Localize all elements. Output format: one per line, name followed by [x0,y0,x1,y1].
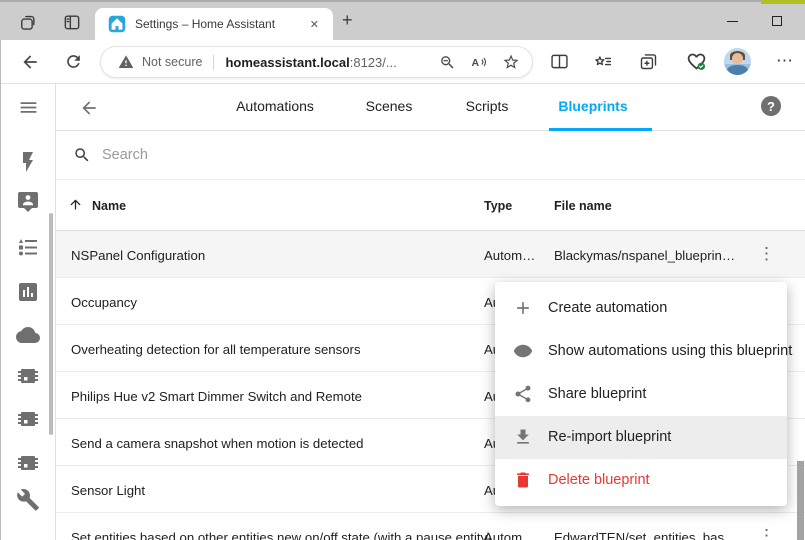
favorite-star-icon[interactable] [502,53,520,71]
window-left-edge [0,40,1,540]
home-assistant-favicon [108,15,126,33]
workspaces-icon[interactable] [18,12,38,32]
maximize-button[interactable] [764,12,790,30]
zoom-out-icon[interactable] [439,54,456,71]
column-header-file[interactable]: File name [554,199,612,213]
sidebar-chip-icon-2[interactable] [16,407,40,431]
url-text[interactable]: homeassistant.local:8123/... [225,55,396,70]
column-header-name[interactable]: Name [92,199,126,213]
menu-item-label: Show automations using this blueprint [548,343,792,359]
avatar-shirt [727,65,748,75]
refresh-icon[interactable] [64,52,83,71]
eye-icon [513,341,533,361]
minimize-button[interactable] [719,12,745,30]
menu-item-show-automations[interactable]: Show automations using this blueprint [495,329,787,372]
trash-icon [513,470,533,490]
tab-automations[interactable]: Automations [236,98,314,114]
tab-scripts[interactable]: Scripts [466,98,509,114]
browser-window: Settings – Home Assistant ✕ + Not secure… [0,0,805,540]
column-header-type[interactable]: Type [484,199,512,213]
blueprint-context-menu: Create automation Show automations using… [495,282,787,506]
split-screen-icon[interactable] [549,51,570,72]
tab-blueprints[interactable]: Blueprints [558,98,627,114]
row-name: Send a camera snapshot when motion is de… [71,436,364,451]
plus-icon [513,298,533,318]
row-name: NSPanel Configuration [71,248,205,263]
sidebar-chip-icon-3[interactable] [16,451,40,475]
ha-sidebar [0,84,56,540]
tab-close-icon[interactable]: ✕ [306,16,323,33]
search-icon [73,146,91,164]
sidebar-energy-icon[interactable] [16,150,40,174]
settings-more-icon[interactable]: ⋯ [776,51,794,71]
sidebar-scrollbar[interactable] [49,213,53,435]
row-name: Occupancy [71,295,137,310]
security-label[interactable]: Not secure [142,55,202,69]
back-icon[interactable] [20,52,40,72]
row-overflow-icon[interactable]: ⋮ [754,526,779,540]
ha-back-icon[interactable] [79,98,99,118]
avatar-face [732,53,743,64]
share-icon [513,384,533,404]
sidebar-map-icon[interactable] [16,190,40,214]
sidebar-wrench-icon[interactable] [16,488,40,512]
sidebar-menu-icon[interactable] [18,97,39,118]
menu-item-label: Delete blueprint [548,472,650,488]
sidebar-cloud-icon[interactable] [16,323,40,347]
sidebar-history-icon[interactable] [16,280,40,304]
menu-item-label: Create automation [548,300,667,316]
browser-essentials-icon[interactable] [686,51,707,72]
page-scrollbar[interactable] [797,461,804,540]
table-row[interactable]: Set entities based on other entities new… [56,513,805,540]
row-type: Autom… [484,248,535,263]
tab-title: Settings – Home Assistant [135,17,306,31]
sidebar-chip-icon-1[interactable] [16,364,40,388]
help-icon[interactable]: ? [761,96,781,116]
row-name: Philips Hue v2 Smart Dimmer Switch and R… [71,389,362,404]
row-type: Autom… [484,530,535,540]
not-secure-warning-icon [118,54,134,70]
address-bar[interactable]: Not secure homeassistant.local:8123/... … [100,46,533,78]
row-file: EdwardTEN/set_entities_bas… [554,530,737,540]
favorites-hub-icon[interactable] [592,51,613,72]
menu-item-label: Share blueprint [548,386,646,402]
sort-ascending-icon[interactable] [68,197,83,212]
new-tab-icon[interactable]: + [342,11,353,29]
tab-scenes[interactable]: Scenes [366,98,413,114]
row-file: Blackymas/nspanel_blueprin… [554,248,735,263]
menu-item-delete-blueprint[interactable]: Delete blueprint [495,459,787,502]
profile-avatar[interactable] [724,48,751,75]
row-name: Overheating detection for all temperatur… [71,342,361,357]
menu-item-create-automation[interactable]: Create automation [495,286,787,329]
read-aloud-icon[interactable]: A [470,53,488,71]
desktop-bleed [761,0,805,4]
ha-header: Automations Scenes Scripts Blueprints ? [56,84,805,131]
window-top-edge [0,0,805,2]
svg-text:A: A [472,57,480,69]
address-divider [213,55,214,70]
download-icon [513,427,533,447]
row-overflow-icon[interactable]: ⋮ [754,244,779,264]
vertical-tabs-icon[interactable] [62,12,82,32]
sidebar-logbook-icon[interactable] [16,235,40,259]
table-row[interactable]: NSPanel Configuration Autom… Blackymas/n… [56,231,805,278]
menu-item-reimport-blueprint[interactable]: Re-import blueprint [495,416,787,459]
menu-item-label: Re-import blueprint [548,429,671,445]
menu-item-share-blueprint[interactable]: Share blueprint [495,372,787,415]
row-name: Set entities based on other entities new… [71,530,492,540]
collections-icon[interactable] [638,51,659,72]
search-bar [56,131,805,180]
row-name: Sensor Light [71,483,145,498]
browser-tab[interactable]: Settings – Home Assistant ✕ [95,8,333,40]
table-header: Name Type File name [56,180,805,231]
search-input[interactable] [102,147,502,163]
